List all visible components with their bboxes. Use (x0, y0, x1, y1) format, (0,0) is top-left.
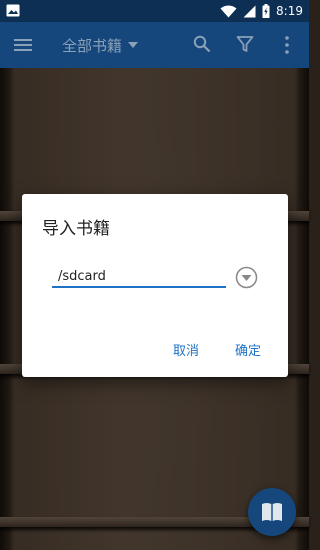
clock: 8:19 (276, 4, 303, 18)
filter-icon[interactable] (236, 35, 254, 53)
book-icon (262, 503, 282, 521)
menu-icon[interactable] (13, 35, 33, 55)
category-selector[interactable]: 全部书籍 (62, 22, 139, 68)
signal-icon (243, 5, 256, 17)
dialog-title: 导入书籍 (42, 219, 110, 239)
search-icon[interactable] (193, 35, 211, 53)
open-book-fab[interactable] (248, 488, 296, 536)
import-books-dialog: 导入书籍 取消 确定 (22, 194, 288, 377)
image-icon (6, 4, 20, 17)
cancel-button[interactable]: 取消 (173, 340, 199, 359)
wifi-icon (220, 4, 237, 17)
path-dropdown-icon[interactable] (235, 266, 258, 289)
ok-button[interactable]: 确定 (235, 340, 261, 359)
path-input[interactable] (52, 266, 226, 288)
battery-charging-icon (262, 4, 270, 18)
status-bar: 8:19 (0, 0, 309, 22)
more-vert-icon[interactable] (283, 35, 291, 55)
page-title: 全部书籍 (62, 36, 123, 55)
app-bar: 全部书籍 (0, 22, 309, 68)
dropdown-arrow-icon (128, 42, 139, 48)
